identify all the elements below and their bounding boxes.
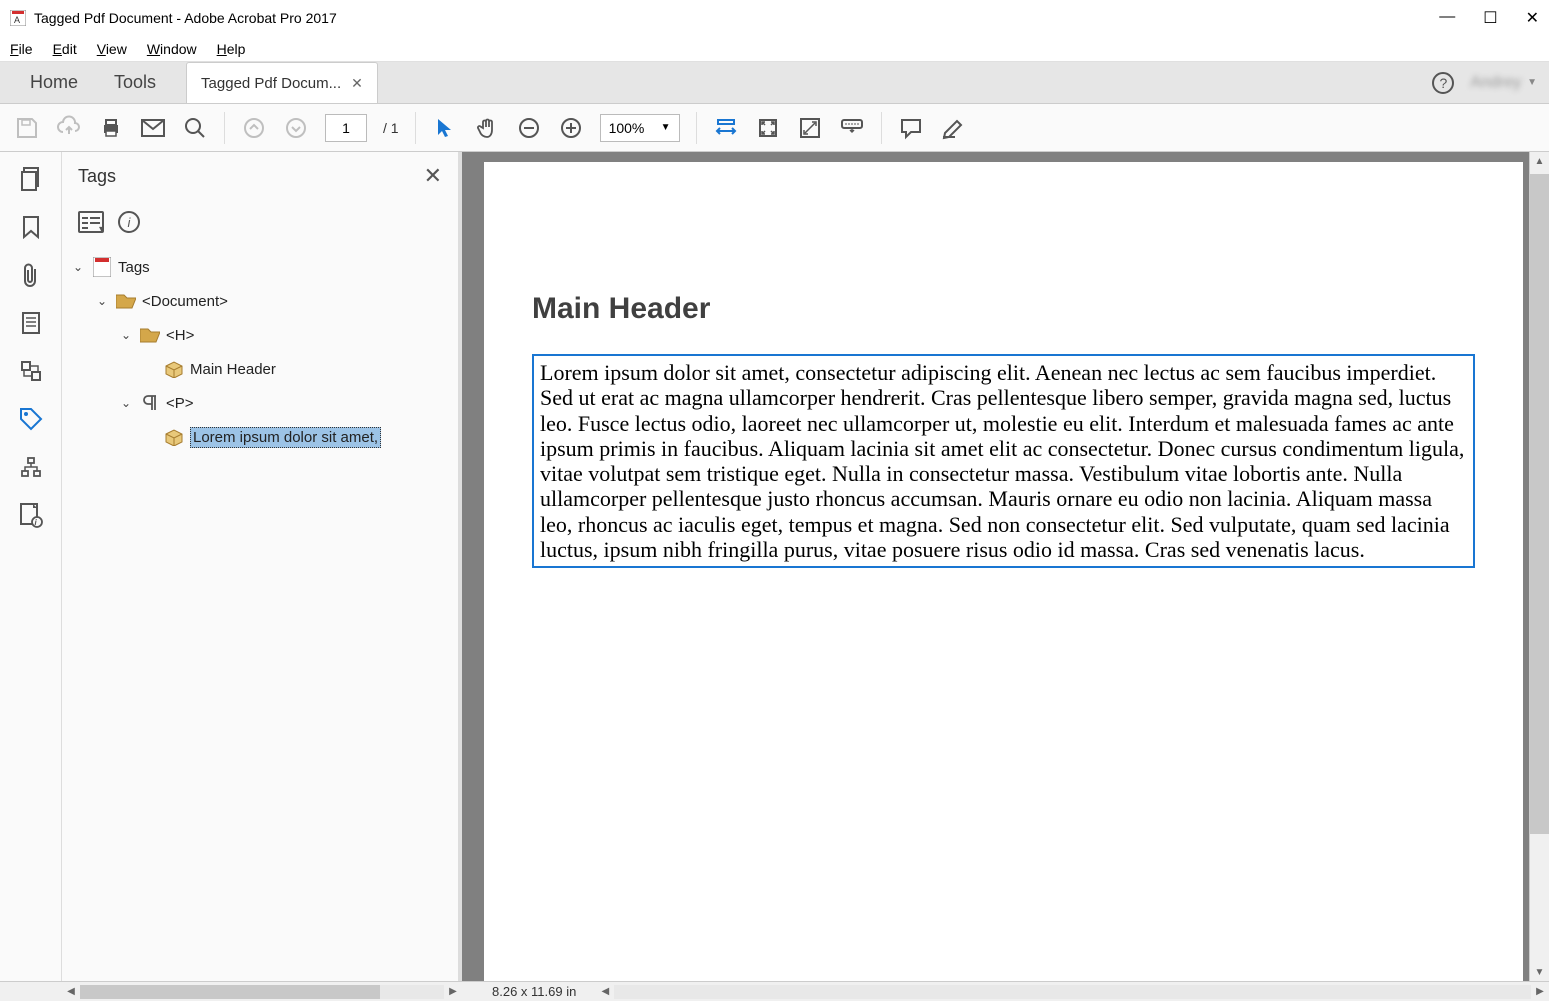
scroll-right-icon[interactable]: ▶ [1531, 986, 1549, 997]
tab-close-icon[interactable]: ✕ [351, 75, 363, 92]
panel-info-icon[interactable]: i [118, 211, 140, 233]
pdf-icon [92, 257, 112, 277]
close-button[interactable]: ✕ [1526, 8, 1539, 28]
document-horizontal-scrollbar[interactable]: ◀ ▶ [596, 985, 1549, 999]
comment-icon[interactable] [898, 115, 924, 141]
main-area: i Tags ✕ i ⌄ Tags ⌄ <Document> ⌄ [0, 152, 1549, 981]
svg-text:A: A [14, 15, 20, 25]
menu-bar: File Edit View Window Help [0, 36, 1549, 62]
title-bar: A Tagged Pdf Document - Adobe Acrobat Pr… [0, 0, 1549, 36]
tag-folder-icon [140, 325, 160, 345]
pdf-page[interactable]: Main Header Lorem ipsum dolor sit amet, … [484, 162, 1523, 981]
scroll-left-icon[interactable]: ◀ [62, 986, 80, 997]
tree-p[interactable]: ⌄ <P> [62, 386, 458, 420]
tag-folder-icon [116, 291, 136, 311]
select-tool-icon[interactable] [432, 115, 458, 141]
tree-root[interactable]: ⌄ Tags [62, 250, 458, 284]
scroll-up-icon[interactable]: ▲ [1530, 152, 1549, 170]
paragraph-icon [140, 393, 160, 413]
menu-help[interactable]: Help [217, 41, 246, 57]
search-icon[interactable] [182, 115, 208, 141]
order-icon[interactable] [18, 358, 44, 384]
menu-view[interactable]: View [97, 41, 127, 57]
tree-p-content[interactable]: Lorem ipsum dolor sit amet, [62, 420, 458, 454]
window-controls: — ☐ ✕ [1439, 8, 1539, 28]
scroll-left-icon[interactable]: ◀ [596, 986, 614, 997]
toolbar: / 1 100% ▼ [0, 104, 1549, 152]
vertical-scrollbar[interactable]: ▲ ▼ [1529, 152, 1549, 981]
tab-home[interactable]: Home [12, 62, 96, 103]
chevron-down-icon[interactable]: ⌄ [70, 260, 86, 274]
scrollbar-thumb[interactable] [1530, 174, 1549, 834]
panel-header: Tags ✕ [62, 152, 458, 200]
scroll-down-icon[interactable]: ▼ [1530, 963, 1549, 981]
zoom-out-icon[interactable] [516, 115, 542, 141]
box-icon [164, 427, 184, 447]
minimize-button[interactable]: — [1439, 8, 1455, 28]
app-icon: A [10, 10, 26, 26]
document-paragraph-selected[interactable]: Lorem ipsum dolor sit amet, consectetur … [532, 354, 1475, 568]
document-view[interactable]: Main Header Lorem ipsum dolor sit amet, … [462, 152, 1549, 981]
tags-icon[interactable] [18, 406, 44, 432]
nav-rail: i [0, 152, 62, 981]
document-header: Main Header [532, 292, 1475, 326]
tab-document[interactable]: Tagged Pdf Docum... ✕ [186, 62, 378, 103]
zoom-in-icon[interactable] [558, 115, 584, 141]
window-title: Tagged Pdf Document - Adobe Acrobat Pro … [34, 10, 1439, 26]
menu-window[interactable]: Window [147, 41, 197, 57]
cloud-upload-icon[interactable] [56, 115, 82, 141]
tab-tools[interactable]: Tools [96, 62, 174, 103]
scroll-right-icon[interactable]: ▶ [444, 986, 462, 997]
box-icon [164, 359, 184, 379]
chevron-down-icon[interactable]: ⌄ [118, 328, 134, 342]
bookmarks-icon[interactable] [18, 214, 44, 240]
tags-tree[interactable]: ⌄ Tags ⌄ <Document> ⌄ <H> Main Header ⌄ [62, 244, 458, 981]
user-name[interactable]: Andrey [1470, 74, 1521, 92]
panel-toolbar: i [62, 200, 458, 244]
menu-edit[interactable]: Edit [53, 41, 77, 57]
panel-horizontal-scrollbar[interactable]: ◀ ▶ [62, 985, 462, 999]
tree-h[interactable]: ⌄ <H> [62, 318, 458, 352]
chevron-down-icon[interactable]: ⌄ [118, 396, 134, 410]
content-icon[interactable] [18, 310, 44, 336]
hand-tool-icon[interactable] [474, 115, 500, 141]
chevron-down-icon: ▼ [661, 122, 671, 133]
panel-options-icon[interactable] [78, 211, 104, 233]
scrollbar-thumb[interactable] [80, 985, 380, 999]
save-icon[interactable] [14, 115, 40, 141]
status-bar: ◀ ▶ 8.26 x 11.69 in ◀ ▶ [0, 981, 1549, 1001]
fit-page-icon[interactable] [755, 115, 781, 141]
page-total: / 1 [383, 120, 399, 136]
user-dropdown-icon[interactable]: ▼ [1527, 77, 1537, 88]
chevron-down-icon[interactable]: ⌄ [94, 294, 110, 308]
fullscreen-icon[interactable] [797, 115, 823, 141]
help-icon[interactable]: ? [1432, 72, 1454, 94]
tags-panel: Tags ✕ i ⌄ Tags ⌄ <Document> ⌄ <H> [62, 152, 462, 981]
zoom-select[interactable]: 100% ▼ [600, 114, 680, 142]
thumbnails-icon[interactable] [18, 166, 44, 192]
structure-icon[interactable] [18, 454, 44, 480]
panel-title: Tags [78, 166, 116, 187]
menu-file[interactable]: File [10, 41, 33, 57]
page-number-input[interactable] [325, 114, 367, 142]
panel-close-icon[interactable]: ✕ [424, 163, 442, 189]
tree-h-content[interactable]: Main Header [62, 352, 458, 386]
page-up-icon[interactable] [241, 115, 267, 141]
page-down-icon[interactable] [283, 115, 309, 141]
page-dimensions: 8.26 x 11.69 in [492, 984, 576, 999]
tab-document-label: Tagged Pdf Docum... [201, 75, 341, 92]
highlight-icon[interactable] [940, 115, 966, 141]
attachments-icon[interactable] [18, 262, 44, 288]
tab-row: Home Tools Tagged Pdf Docum... ✕ ? Andre… [0, 62, 1549, 104]
maximize-button[interactable]: ☐ [1483, 8, 1497, 28]
accessibility-icon[interactable]: i [18, 502, 44, 528]
read-mode-icon[interactable] [839, 115, 865, 141]
tree-document[interactable]: ⌄ <Document> [62, 284, 458, 318]
email-icon[interactable] [140, 115, 166, 141]
zoom-value: 100% [609, 120, 645, 136]
fit-width-icon[interactable] [713, 115, 739, 141]
print-icon[interactable] [98, 115, 124, 141]
